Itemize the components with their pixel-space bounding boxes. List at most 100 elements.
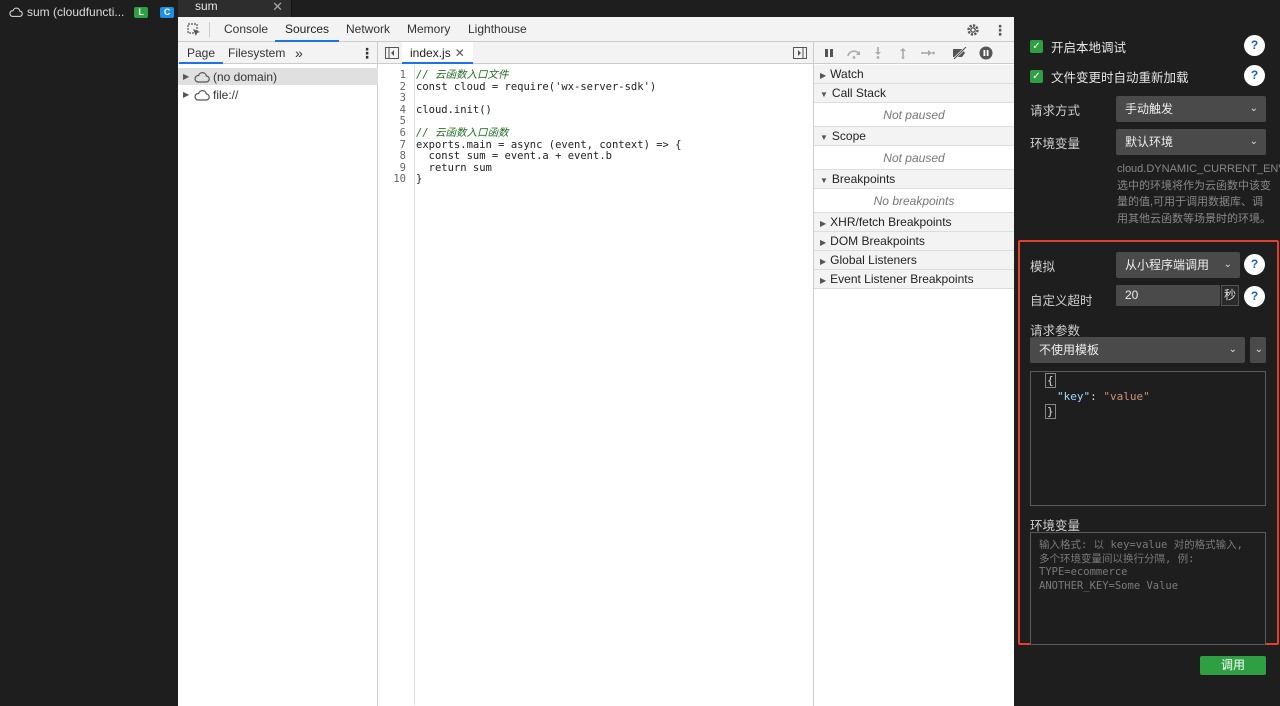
template-menu-button[interactable]: ⌄: [1250, 337, 1266, 363]
tab-sources[interactable]: Sources: [275, 17, 340, 42]
tab-console[interactable]: Console: [214, 17, 278, 42]
section-label: Watch: [830, 67, 864, 81]
section-scope[interactable]: ▼ Scope: [814, 127, 1014, 146]
expand-arrow-icon[interactable]: ▶: [183, 72, 191, 81]
json-brace: {: [1045, 373, 1056, 388]
chevron-down-icon: ⌄: [1228, 344, 1237, 355]
section-label: Event Listener Breakpoints: [830, 272, 974, 286]
env-select[interactable]: 默认环境 ⌄: [1116, 129, 1266, 155]
simulate-select[interactable]: 从小程序端调用 ⌄: [1116, 252, 1240, 278]
request-params-editor[interactable]: { "key": "value" }: [1030, 371, 1266, 506]
step-icon[interactable]: [920, 46, 936, 60]
step-out-icon[interactable]: [896, 46, 910, 60]
pause-icon[interactable]: [822, 46, 836, 60]
invoke-button[interactable]: 调用: [1200, 656, 1266, 675]
section-dom-breakpoints[interactable]: ▶ DOM Breakpoints: [814, 232, 1014, 251]
env-vars-input[interactable]: 输入格式: 以 key=value 对的格式输入, 多个环境变量间以换行分隔, …: [1030, 532, 1266, 645]
section-label: Breakpoints: [831, 172, 896, 186]
editor-tabs: index.js ✕: [378, 42, 813, 64]
function-item-sum[interactable]: sum (cloudfuncti... L C: [9, 4, 175, 20]
editor-file-label: index.js: [410, 46, 451, 60]
close-icon[interactable]: ✕: [272, 0, 283, 13]
file-tab-sum[interactable]: sum ✕: [178, 0, 292, 17]
section-label: DOM Breakpoints: [830, 234, 925, 248]
local-badge: L: [134, 6, 148, 18]
simulate-label: 模拟: [1030, 260, 1056, 274]
line-number[interactable]: 6: [378, 127, 412, 140]
line-number[interactable]: 1: [378, 69, 412, 82]
timeout-label: 自定义超时: [1030, 294, 1093, 308]
chevron-down-icon: ⌄: [1249, 136, 1258, 147]
tab-filesystem[interactable]: Filesystem: [220, 42, 293, 64]
auto-reload-toggle[interactable]: ✓ 文件变更时自动重新加载: [1030, 67, 1189, 86]
line-number[interactable]: 7: [378, 139, 412, 152]
debug-config-panel: ✓ 开启本地调试 ? ✓ 文件变更时自动重新加载 ? 请求方式 手动触发 ⌄ 环…: [1014, 0, 1280, 706]
code-line: 1 // 云函数入口文件: [378, 69, 814, 82]
tab-network[interactable]: Network: [336, 17, 400, 42]
tab-page[interactable]: Page: [179, 42, 224, 64]
help-icon[interactable]: ?: [1244, 35, 1265, 56]
help-icon[interactable]: ?: [1244, 286, 1265, 307]
line-number[interactable]: 2: [378, 81, 412, 94]
section-label: Scope: [831, 129, 866, 143]
code-view[interactable]: 1 // 云函数入口文件 2 const cloud = require('wx-s…: [378, 69, 814, 186]
tree-item-file[interactable]: ▶ file://: [178, 86, 378, 103]
local-debug-toggle[interactable]: ✓ 开启本地调试: [1030, 37, 1126, 56]
code-line: 4 cloud.init(): [378, 104, 814, 117]
close-icon[interactable]: ✕: [455, 46, 465, 60]
expand-arrow-icon: ▶: [820, 71, 827, 80]
editor-file-tab[interactable]: index.js ✕: [402, 42, 473, 64]
inspect-element-icon[interactable]: [186, 22, 202, 38]
tab-lighthouse[interactable]: Lighthouse: [458, 17, 537, 42]
section-global-listeners[interactable]: ▶ Global Listeners: [814, 251, 1014, 270]
code-line: 6 // 云函数入口函数: [378, 126, 814, 140]
step-into-icon[interactable]: [871, 46, 885, 60]
gear-icon[interactable]: [964, 21, 982, 39]
select-value: 手动触发: [1125, 102, 1174, 116]
collapse-arrow-icon: ▼: [820, 133, 828, 142]
section-label: Global Listeners: [830, 253, 917, 267]
tab-memory[interactable]: Memory: [397, 17, 460, 42]
debugger-toolbar: [814, 42, 1014, 64]
expand-arrow-icon: ▶: [820, 219, 827, 228]
section-breakpoints[interactable]: ▼ Breakpoints: [814, 170, 1014, 189]
line-number[interactable]: 3: [378, 93, 412, 105]
cloud-icon: [9, 7, 23, 17]
help-icon[interactable]: ?: [1244, 65, 1265, 86]
section-xhr-breakpoints[interactable]: ▶ XHR/fetch Breakpoints: [814, 213, 1014, 232]
tree-item-label: file://: [213, 87, 239, 102]
toggle-debugger-icon[interactable]: [792, 46, 808, 60]
code-text: // 云函数入口函数: [416, 126, 509, 139]
section-call-stack[interactable]: ▼ Call Stack: [814, 84, 1014, 103]
file-tab-label: sum: [195, 0, 218, 13]
checkbox-checked-icon[interactable]: ✓: [1030, 40, 1043, 53]
json-value: "value": [1103, 390, 1150, 403]
line-number[interactable]: 8: [378, 151, 412, 163]
tree-item-no-domain[interactable]: ▶ (no domain): [178, 68, 378, 85]
section-watch[interactable]: ▶ Watch: [814, 65, 1014, 84]
json-key: "key": [1057, 390, 1091, 403]
auto-reload-label: 文件变更时自动重新加载: [1051, 71, 1189, 85]
request-method-select[interactable]: 手动触发 ⌄: [1116, 96, 1266, 122]
line-number[interactable]: 4: [378, 104, 412, 117]
checkbox-checked-icon[interactable]: ✓: [1030, 70, 1043, 83]
chevron-down-icon: ⌄: [1249, 103, 1258, 114]
navigator-pane: Page Filesystem » ⋮ ▶ (no domain) ▶ file…: [178, 42, 378, 706]
more-vertical-icon[interactable]: ⋮: [991, 21, 1009, 39]
navigator-tabs: Page Filesystem » ⋮: [178, 42, 377, 64]
select-value: 从小程序端调用: [1125, 258, 1210, 272]
panel-top-strip: [1014, 0, 1280, 17]
pause-on-exceptions-icon[interactable]: [978, 45, 994, 61]
help-icon[interactable]: ?: [1244, 254, 1265, 275]
step-over-icon[interactable]: [845, 46, 863, 60]
section-event-listener-breakpoints[interactable]: ▶ Event Listener Breakpoints: [814, 270, 1014, 289]
template-select[interactable]: 不使用模板 ⌄: [1030, 337, 1245, 363]
line-number[interactable]: 5: [378, 116, 412, 128]
more-tabs-icon[interactable]: »: [287, 42, 311, 64]
code-text: // 云函数入口文件: [416, 69, 509, 81]
expand-arrow-icon[interactable]: ▶: [183, 90, 191, 99]
toggle-navigator-icon[interactable]: [384, 46, 400, 60]
deactivate-breakpoints-icon[interactable]: [951, 46, 969, 60]
timeout-input[interactable]: 20: [1116, 285, 1220, 306]
line-number[interactable]: 10: [378, 174, 412, 186]
